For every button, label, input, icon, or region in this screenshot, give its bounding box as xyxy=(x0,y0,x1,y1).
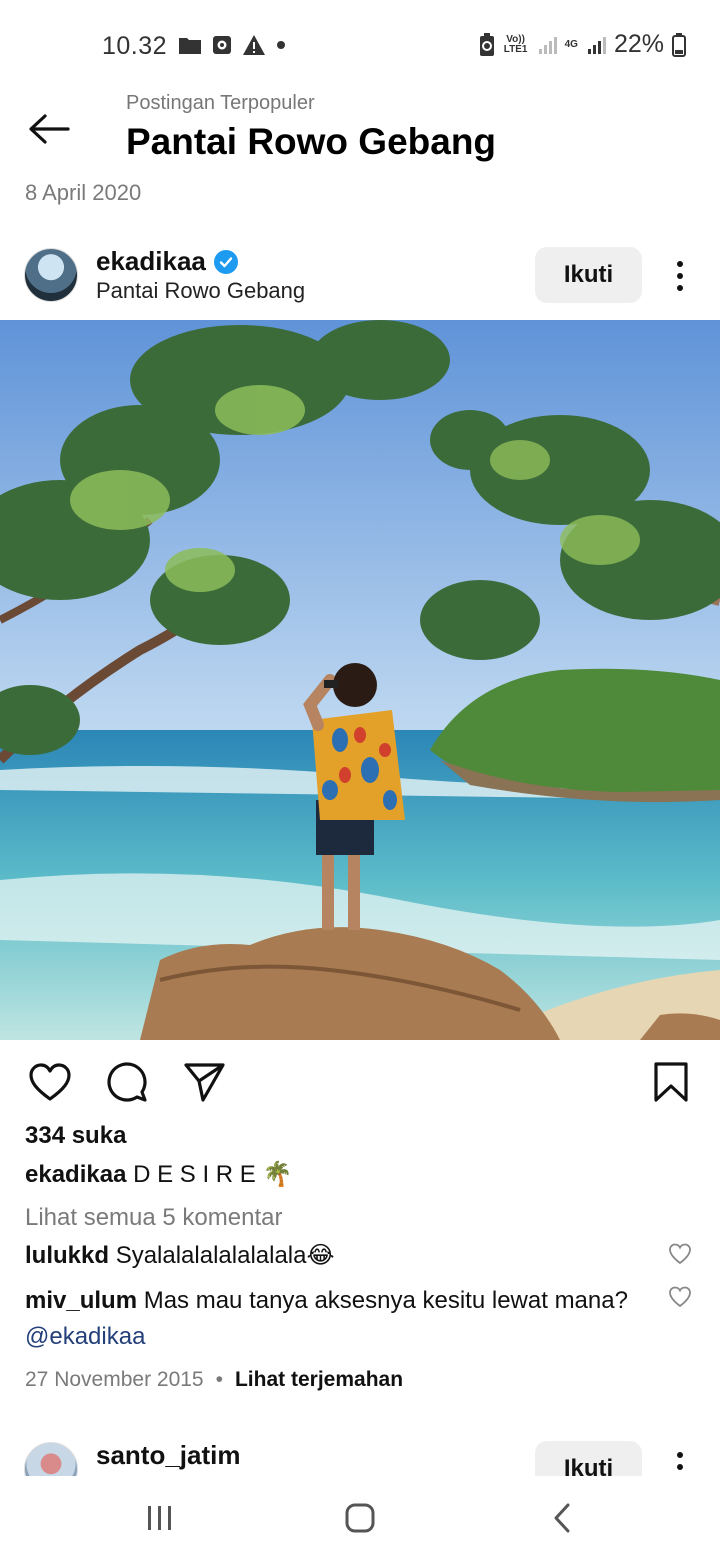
battery-percent: 22% xyxy=(613,30,664,58)
comment-username[interactable]: lulukkd xyxy=(25,1242,109,1269)
comment-text: Syalalalalalalalala😂 xyxy=(115,1242,335,1269)
view-all-comments-link[interactable]: Lihat semua 5 komentar xyxy=(25,1204,282,1232)
home-icon xyxy=(345,1503,375,1533)
post-image[interactable] xyxy=(0,320,720,1040)
comment-text: Mas mau tanya aksesnya kesitu lewat mana… xyxy=(143,1287,628,1314)
comment-like-heart-icon[interactable] xyxy=(668,1242,692,1266)
post-username-row[interactable]: ekadikaa xyxy=(96,246,238,277)
home-button[interactable] xyxy=(330,1492,390,1544)
folder-icon xyxy=(179,38,201,54)
heart-icon xyxy=(29,1063,71,1101)
caption-username[interactable]: ekadikaa xyxy=(25,1161,126,1188)
status-time: 10.32 xyxy=(102,32,168,60)
next-post-username[interactable]: santo_jatim xyxy=(96,1440,241,1471)
warning-icon xyxy=(243,35,265,55)
status-notification-icons xyxy=(178,34,286,56)
signal-weak-icon xyxy=(538,36,557,54)
status-system-icons: Vo)) LTE1 4G 22% xyxy=(479,30,686,59)
send-icon xyxy=(184,1063,225,1102)
recent-apps-icon xyxy=(148,1506,171,1530)
more-vertical-icon[interactable] xyxy=(664,256,696,296)
comment-mention[interactable]: @ekadikaa xyxy=(25,1323,145,1350)
battery-icon xyxy=(672,32,686,57)
verified-badge-icon xyxy=(213,249,238,274)
comment-icon xyxy=(107,1062,147,1102)
share-button[interactable] xyxy=(180,1058,228,1106)
comment-username[interactable]: miv_ulum xyxy=(25,1287,137,1314)
comment-like-heart-icon[interactable] xyxy=(668,1285,692,1309)
comment-item: miv_ulum Mas mau tanya aksesnya kesitu l… xyxy=(25,1283,645,1355)
comment-button[interactable] xyxy=(103,1058,151,1106)
clock-box-icon xyxy=(213,36,231,54)
back-button[interactable] xyxy=(24,104,74,154)
like-button[interactable] xyxy=(26,1058,74,1106)
post-location[interactable]: Pantai Rowo Gebang xyxy=(96,278,305,304)
system-back-button[interactable] xyxy=(532,1492,592,1544)
post-date-row: 27 November 2015 • Lihat terjemahan xyxy=(25,1368,403,1392)
avatar[interactable] xyxy=(24,248,78,302)
post-username[interactable]: ekadikaa xyxy=(96,246,206,277)
save-button[interactable] xyxy=(647,1058,695,1106)
network-type-label: 4G xyxy=(564,38,578,50)
system-nav-bar xyxy=(0,1476,720,1560)
bookmark-icon xyxy=(654,1062,688,1102)
post-date: 27 November 2015 xyxy=(25,1368,204,1391)
see-translation-link[interactable]: Lihat terjemahan xyxy=(235,1368,403,1392)
arrow-left-icon xyxy=(29,114,70,144)
follow-button[interactable]: Ikuti xyxy=(535,247,642,303)
like-count[interactable]: 334 suka xyxy=(25,1122,126,1150)
status-bar: 10.32 Vo)) LTE1 4G 22% xyxy=(0,0,720,92)
signal-icon xyxy=(587,36,606,54)
separator-dot: • xyxy=(215,1368,223,1391)
chevron-left-icon xyxy=(554,1503,570,1533)
page-title: Pantai Rowo Gebang xyxy=(126,121,497,162)
recent-apps-button[interactable] xyxy=(130,1492,190,1544)
page-date: 8 April 2020 xyxy=(25,180,142,205)
page-subtitle: Postingan Terpopuler xyxy=(126,92,315,114)
post-caption: ekadikaa D E S I R E 🌴 xyxy=(25,1160,292,1189)
dot-icon xyxy=(277,41,285,49)
caption-text: D E S I R E 🌴 xyxy=(133,1161,293,1188)
volte-label: Vo)) LTE1 xyxy=(503,33,528,55)
battery-saver-icon xyxy=(479,32,494,56)
comment-item: lulukkd Syalalalalalalalala😂 xyxy=(25,1238,645,1274)
